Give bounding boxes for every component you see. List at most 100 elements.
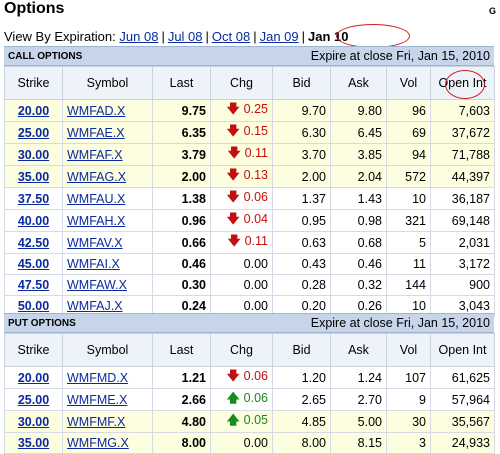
strike-cell: 30.00 — [4, 143, 63, 166]
symbol-cell: WMFMG.X — [62, 432, 153, 454]
column-header-vol[interactable]: Vol — [386, 333, 431, 367]
symbol-link[interactable]: WMFAJ.X — [67, 299, 123, 313]
up-arrow-icon: 🡅 — [226, 391, 240, 405]
strike-link[interactable]: 25.00 — [18, 126, 49, 140]
strike-link[interactable]: 50.00 — [18, 299, 49, 313]
column-header-symbol[interactable]: Symbol — [62, 333, 153, 367]
strike-cell: 35.00 — [4, 165, 63, 188]
change-cell: 🡇 0.11 — [210, 143, 273, 166]
strike-link[interactable]: 25.00 — [18, 393, 49, 407]
change-value: 0.04 — [243, 212, 268, 226]
symbol-cell: WMFMF.X — [62, 410, 153, 433]
call-expire-text: Expire at close Fri, Jan 15, 2010 — [310, 49, 490, 63]
symbol-link[interactable]: WMFMG.X — [67, 436, 129, 450]
strike-link[interactable]: 35.00 — [18, 436, 49, 450]
highlight-oval-expiration — [336, 24, 410, 48]
column-header-ask[interactable]: Ask — [330, 333, 387, 367]
symbol-link[interactable]: WMFAE.X — [67, 126, 125, 140]
column-header-strike[interactable]: Strike — [4, 66, 63, 100]
symbol-link[interactable]: WMFAV.X — [67, 236, 123, 250]
expiration-link-jul-08[interactable]: Jul 08 — [168, 29, 203, 44]
symbol-cell: WMFAD.X — [62, 99, 153, 122]
bid-value: 0.95 — [272, 209, 331, 232]
column-header-open-int[interactable]: Open Int — [430, 333, 495, 367]
column-header-chg[interactable]: Chg — [210, 333, 273, 367]
strike-cell: 47.50 — [4, 274, 63, 296]
change-cell: 🡇 0.06 — [210, 366, 273, 389]
column-header-chg[interactable]: Chg — [210, 66, 273, 100]
last-price: 0.46 — [152, 253, 211, 275]
column-header-symbol[interactable]: Symbol — [62, 66, 153, 100]
strike-link[interactable]: 20.00 — [18, 371, 49, 385]
strike-link[interactable]: 30.00 — [18, 415, 49, 429]
expiration-link-jan-09[interactable]: Jan 09 — [260, 29, 299, 44]
change-value: 0.06 — [243, 190, 268, 204]
ask-value: 8.15 — [330, 432, 387, 454]
strike-link[interactable]: 45.00 — [18, 257, 49, 271]
column-header-last[interactable]: Last — [152, 333, 211, 367]
ask-value: 0.98 — [330, 209, 387, 232]
symbol-link[interactable]: WMFAD.X — [67, 104, 125, 118]
expiration-link-jun-08[interactable]: Jun 08 — [119, 29, 158, 44]
symbol-link[interactable]: WMFMF.X — [67, 415, 125, 429]
last-price: 2.66 — [152, 388, 211, 411]
strike-cell: 25.00 — [4, 121, 63, 144]
call-column-headers: Strike Symbol Last Chg Bid Ask Vol Open … — [4, 66, 495, 100]
volume-value: 3 — [386, 432, 431, 454]
symbol-link[interactable]: WMFAU.X — [67, 192, 125, 206]
table-row: 25.00 WMFME.X 2.66 🡅 0.06 2.65 2.70 9 57,964 — [4, 388, 495, 411]
symbol-cell: WMFMD.X — [62, 366, 153, 389]
symbol-link[interactable]: WMFAI.X — [67, 257, 120, 271]
strike-link[interactable]: 20.00 — [18, 104, 49, 118]
table-row: 25.00 WMFAE.X 6.35 🡇 0.15 6.30 6.45 69 37,672 — [4, 121, 495, 144]
symbol-link[interactable]: WMFMD.X — [67, 371, 128, 385]
call-options-title: CALL OPTIONS — [8, 50, 83, 62]
call-options-rows: 20.00 WMFAD.X 9.75 🡇 0.25 9.70 9.80 96 7,603 25.0… — [4, 99, 495, 317]
table-row: 45.00 WMFAI.X 0.46 0.00 0.43 0.46 11 3,172 — [4, 253, 495, 275]
change-cell: 🡇 0.04 — [210, 209, 273, 232]
volume-value: 94 — [386, 143, 431, 166]
strike-cell: 40.00 — [4, 209, 63, 232]
symbol-link[interactable]: WMFME.X — [67, 393, 127, 407]
expiration-selector: View By Expiration: Jun 08 | Jul 08 | Oct 08… — [4, 29, 349, 44]
symbol-link[interactable]: WMFAH.X — [67, 214, 125, 228]
change-cell: 🡇 0.13 — [210, 165, 273, 188]
put-options-header: PUT OPTIONS Expire at close Fri, Jan 15,… — [4, 313, 494, 333]
symbol-link[interactable]: WMFAF.X — [67, 148, 123, 162]
volume-value: 144 — [386, 274, 431, 296]
change-cell: 0.00 — [210, 432, 273, 454]
open-interest-value: 900 — [430, 274, 495, 296]
column-header-bid[interactable]: Bid — [272, 66, 331, 100]
down-arrow-icon: 🡇 — [227, 146, 241, 160]
table-row: 40.00 WMFAH.X 0.96 🡇 0.04 0.95 0.98 321 69,148 — [4, 209, 495, 232]
strike-link[interactable]: 37.50 — [18, 192, 49, 206]
change-cell: 🡅 0.06 — [210, 388, 273, 411]
change-value: 0.25 — [243, 102, 268, 116]
symbol-link[interactable]: WMFAW.X — [67, 278, 127, 292]
last-price: 2.00 — [152, 165, 211, 188]
column-header-strike[interactable]: Strike — [4, 333, 63, 367]
last-price: 3.79 — [152, 143, 211, 166]
call-options-section: CALL OPTIONS Expire at close Fri, Jan 15… — [4, 46, 495, 317]
strike-link[interactable]: 30.00 — [18, 148, 49, 162]
symbol-link[interactable]: WMFAG.X — [67, 170, 126, 184]
change-value: 0.06 — [243, 391, 268, 405]
column-header-vol[interactable]: Vol — [386, 66, 431, 100]
strike-link[interactable]: 42.50 — [18, 236, 49, 250]
strike-link[interactable]: 35.00 — [18, 170, 49, 184]
column-header-ask[interactable]: Ask — [330, 66, 387, 100]
strike-link[interactable]: 47.50 — [18, 278, 49, 292]
last-price: 9.75 — [152, 99, 211, 122]
expiration-link-oct-08[interactable]: Oct 08 — [212, 29, 250, 44]
open-interest-value: 7,603 — [430, 99, 495, 122]
bid-value: 9.70 — [272, 99, 331, 122]
put-options-table: Strike Symbol Last Chg Bid Ask Vol Open … — [4, 333, 495, 454]
column-header-last[interactable]: Last — [152, 66, 211, 100]
open-interest-value: 61,625 — [430, 366, 495, 389]
column-header-bid[interactable]: Bid — [272, 333, 331, 367]
change-cell: 0.00 — [210, 253, 273, 275]
open-interest-value: 35,567 — [430, 410, 495, 433]
strike-link[interactable]: 40.00 — [18, 214, 49, 228]
change-cell: 🡇 0.11 — [210, 231, 273, 254]
strike-cell: 20.00 — [4, 99, 63, 122]
